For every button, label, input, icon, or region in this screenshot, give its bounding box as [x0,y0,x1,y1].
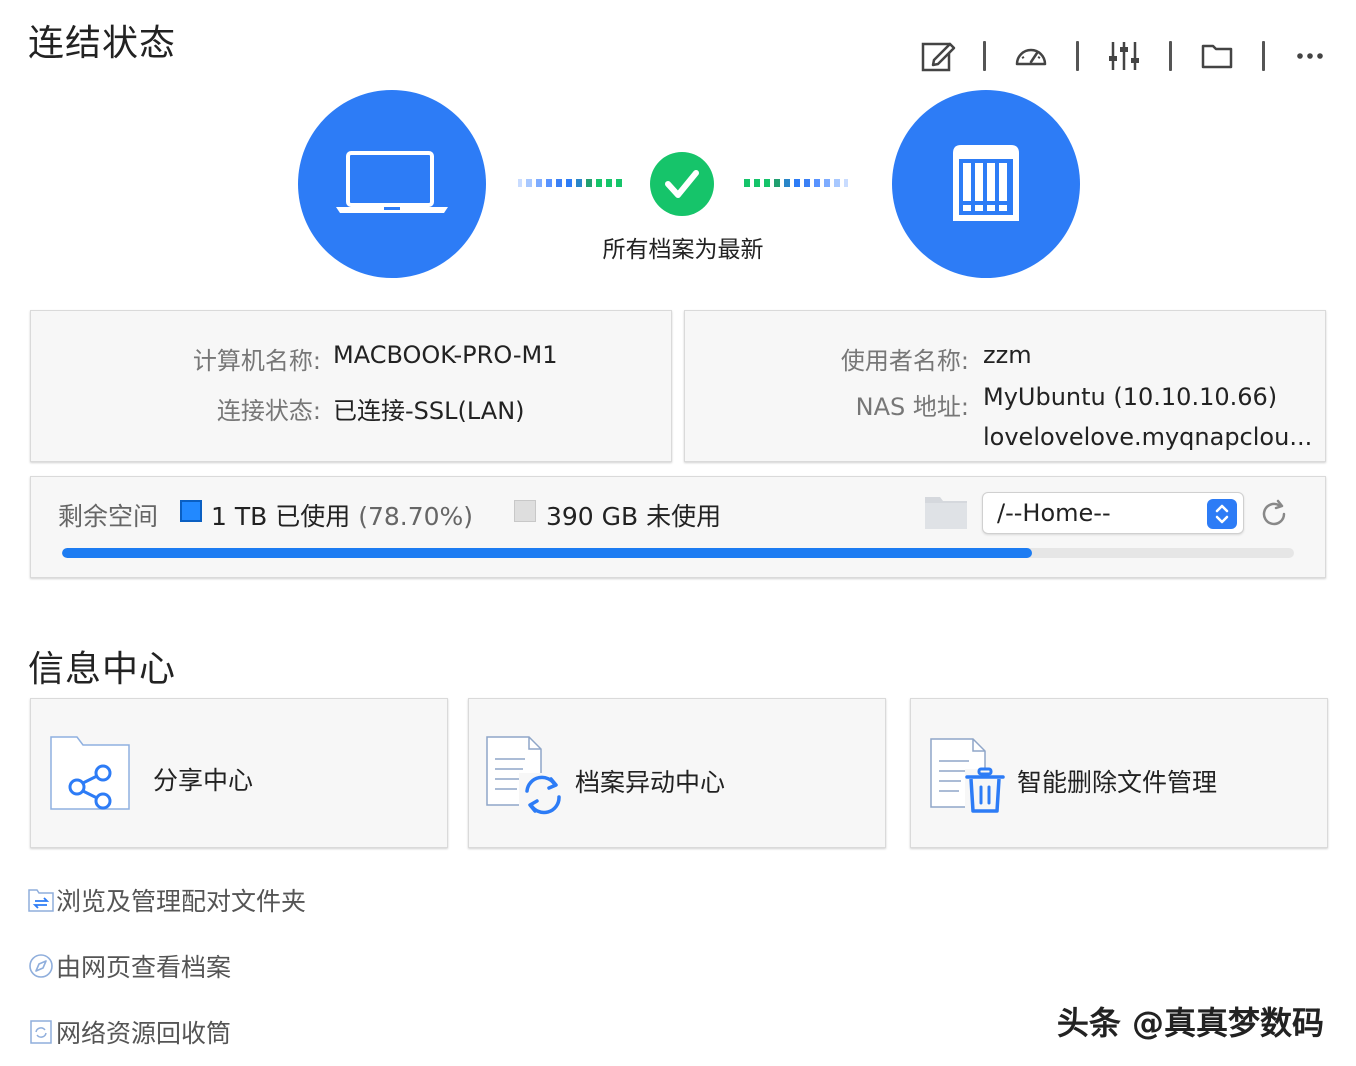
check-icon [650,152,714,216]
computer-info-card: 计算机名称: MACBOOK-PRO-M1 连接状态: 已连接-SSL(LAN) [30,310,672,462]
edit-icon[interactable] [918,36,958,76]
folder-select[interactable]: /--Home-- [982,492,1244,534]
link-browse-paired-folders[interactable]: 浏览及管理配对文件夹 [28,882,306,918]
connection-status-value: 已连接-SSL(LAN) [333,397,525,425]
folder-icon [924,494,968,534]
share-folder-icon [49,735,131,815]
link-view-files-web[interactable]: 由网页查看档案 [28,948,231,984]
section-title-info-center: 信息中心 [28,649,177,690]
tile-label: 分享中心 [153,766,254,795]
tile-smart-delete[interactable]: 智能删除文件管理 [910,698,1328,848]
connection-line-left [518,179,622,187]
nas-icon [892,90,1080,278]
connection-status-label: 连接状态: [216,397,321,425]
tile-label: 档案异动中心 [575,768,726,797]
username-label: 使用者名称: [840,347,969,375]
storage-label: 剩余空间 [58,502,159,531]
free-legend-swatch [514,500,536,526]
recycle-bin-icon [28,1019,54,1045]
used-legend-swatch [180,500,202,526]
folder-icon[interactable] [1197,36,1237,76]
nas-address-label: NAS 地址: [855,393,969,421]
toolbar [918,36,1330,76]
toolbar-separator [983,41,986,71]
speedometer-icon[interactable] [1011,36,1051,76]
connection-line-right [744,179,848,187]
tile-label: 智能删除文件管理 [1017,768,1218,797]
chevron-up-down-icon [1207,499,1237,529]
free-legend-text: 390 GB 未使用 [546,502,722,531]
nas-address-value: MyUbuntu (10.10.10.66) [983,383,1278,411]
used-percent: (78.70%) [358,502,474,531]
computer-name-value: MACBOOK-PRO-M1 [333,341,558,369]
laptop-icon [298,90,486,278]
compass-icon [28,953,54,979]
used-amount: 1 TB 已使用 [211,502,351,531]
sliders-icon[interactable] [1104,36,1144,76]
page-title: 连结状态 [28,23,177,64]
username-value: zzm [983,341,1032,369]
link-label: 由网页查看档案 [56,953,232,982]
tile-share-center[interactable]: 分享中心 [30,698,448,848]
storage-progress-fill [62,548,1032,558]
file-sync-icon [485,735,569,819]
storage-progress-bar [62,548,1294,558]
folder-select-value: /--Home-- [997,499,1111,527]
toolbar-separator [1076,41,1079,71]
toolbar-separator [1169,41,1172,71]
sync-status-text: 所有档案为最新 [602,237,764,263]
watermark-text: 头条 @真真梦数码 [1056,1004,1324,1042]
more-icon[interactable] [1290,36,1330,76]
nas-info-card: 使用者名称: zzm NAS 地址: MyUbuntu (10.10.10.66… [684,310,1326,462]
tile-file-change-center[interactable]: 档案异动中心 [468,698,886,848]
link-label: 浏览及管理配对文件夹 [56,887,307,916]
used-legend-text: 1 TB 已使用 (78.70%) [211,497,473,533]
link-network-recycle-bin[interactable]: 网络资源回收筒 [28,1014,231,1050]
toolbar-separator [1262,41,1265,71]
nas-domain-value: lovelovelove.myqnapclou... [983,423,1313,451]
folder-pair-icon [28,887,54,913]
computer-name-label: 计算机名称: [192,347,321,375]
refresh-icon[interactable] [1258,498,1290,534]
link-label: 网络资源回收筒 [56,1019,232,1048]
file-trash-icon [929,737,1009,821]
